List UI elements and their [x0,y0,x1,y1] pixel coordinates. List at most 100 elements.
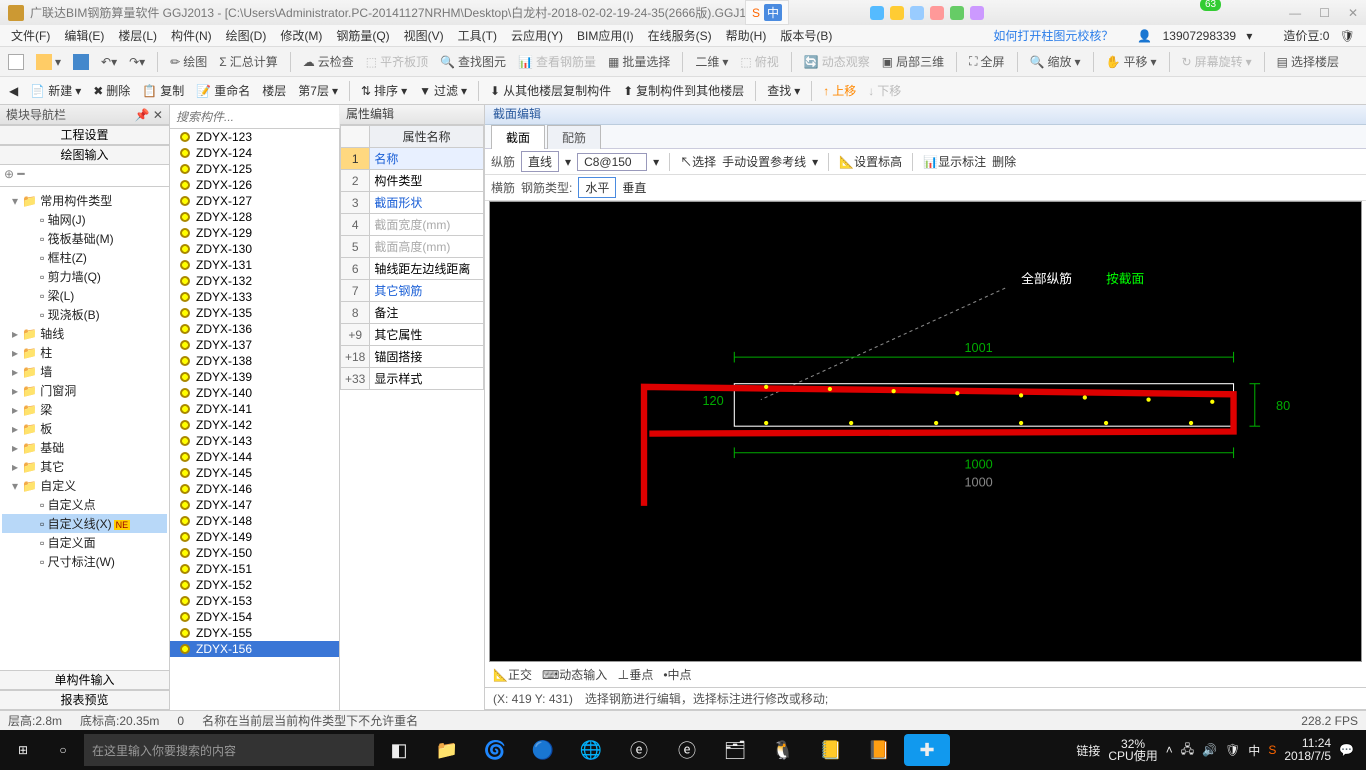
property-table[interactable]: 属性名称1名称2构件类型3截面形状4截面宽度(mm)5截面高度(mm)6轴线距左… [340,125,484,710]
tray-up-icon[interactable]: ˄ [1166,743,1173,757]
close-button[interactable]: ✕ [1348,6,1358,20]
sort-button[interactable]: ⇅排序▾ [356,82,412,99]
copy-button[interactable]: 📋复制 [137,82,189,99]
select-floor-button[interactable]: ▤选择楼层 [1273,53,1343,70]
local-3d-button[interactable]: ▣局部三维 [878,53,948,70]
filter-button[interactable]: ▼过滤▾ [414,82,472,99]
pin-icon[interactable]: 📌 ✕ [135,108,163,122]
nav-section-project[interactable]: 工程设置 [0,125,169,145]
menu-edit[interactable]: 编辑(E) [57,27,111,44]
move-up-button[interactable]: ↑上移 [818,82,861,99]
taskbar-search[interactable]: 在这里输入你要搜索的内容 [84,734,374,766]
list-item[interactable]: ZDYX-130 [170,241,339,257]
section-canvas[interactable]: 全部纵筋 按截面 1001 80 1000 1000 120 [489,201,1362,662]
explorer-icon[interactable]: 🗂 [712,734,758,766]
list-item[interactable]: ZDYX-156 [170,641,339,657]
tray-safe-icon[interactable]: 🛡 [1225,743,1240,757]
app-icon-3[interactable]: 📙 [856,734,902,766]
tray-sogou-icon[interactable]: S [1268,743,1276,757]
cloud-check-button[interactable]: ☁云检查 [299,53,358,70]
menu-tools[interactable]: 工具(T) [451,27,504,44]
list-item[interactable]: ZDYX-126 [170,177,339,193]
browser-icon[interactable]: 🌐 [568,734,614,766]
collapse-button[interactable]: ◀ [4,84,23,98]
link-label[interactable]: 链接 [1076,742,1100,759]
list-item[interactable]: ZDYX-152 [170,577,339,593]
pan-button[interactable]: ✋平移▾ [1102,53,1161,70]
fullscreen-button[interactable]: ⛶全屏 [965,53,1008,70]
help-link[interactable]: 如何打开柱图元校核？ [986,27,1120,44]
copy-from-floor-button[interactable]: ⬇从其他楼层复制构件 [485,82,616,99]
user-phone[interactable]: 👤 13907298339 ▾ [1130,29,1259,43]
tray-ime-icon[interactable]: 中 [1248,742,1260,759]
nav-icon-row[interactable]: ⊕ ━ [0,165,169,187]
open-button[interactable]: ▾ [32,54,65,70]
rotate-button[interactable]: ↻屏幕旋转▾ [1178,53,1256,70]
list-item[interactable]: ZDYX-137 [170,337,339,353]
list-item[interactable]: ZDYX-155 [170,625,339,641]
view-steel-button[interactable]: 📊查看钢筋量 [514,53,600,70]
list-item[interactable]: ZDYX-139 [170,369,339,385]
menu-file[interactable]: 文件(F) [4,27,57,44]
notification-badge[interactable]: 63 [1200,0,1221,11]
horizontal-button[interactable]: 水平 [578,177,616,198]
nav-section-draw[interactable]: 绘图输入 [0,145,169,165]
flat-roof-button[interactable]: ⬚平齐板顶 [362,53,432,70]
list-item[interactable]: ZDYX-129 [170,225,339,241]
list-item[interactable]: ZDYX-135 [170,305,339,321]
cpu-meter[interactable]: 32%CPU使用 [1108,738,1157,762]
start-button[interactable]: ⊞ [4,734,42,766]
menu-help[interactable]: 帮助(H) [719,27,774,44]
rebar-value-input[interactable]: C8@150 [577,153,647,171]
manual-ref-button[interactable]: 手动设置参考线 [722,153,806,170]
list-item[interactable]: ZDYX-138 [170,353,339,369]
cortana-icon[interactable]: ○ [44,734,82,766]
app-icon-1[interactable]: 🌀 [472,734,518,766]
perp-snap-button[interactable]: ⊥垂点 [617,666,653,683]
maximize-button[interactable]: ☐ [1319,6,1330,20]
list-item[interactable]: ZDYX-146 [170,481,339,497]
mid-snap-button[interactable]: •中点 [663,666,691,683]
dyn-input-button[interactable]: ⌨动态输入 [542,666,607,683]
list-item[interactable]: ZDYX-153 [170,593,339,609]
floor-select[interactable]: 第7层▾ [293,82,343,99]
menu-draw[interactable]: 绘图(D) [219,27,274,44]
list-item[interactable]: ZDYX-133 [170,289,339,305]
move-down-button[interactable]: ↓下移 [863,82,906,99]
nav-section-report[interactable]: 报表预览 [0,690,169,710]
delete-button[interactable]: ✖删除 [88,82,135,99]
batch-select-button[interactable]: ▦批量选择 [604,53,674,70]
redo-button[interactable]: ↷▾ [125,55,149,69]
2d-select[interactable]: 二维▾ [691,53,732,70]
draw-button[interactable]: ✏绘图 [166,53,211,70]
ortho-button[interactable]: 📐正交 [493,666,532,683]
menu-component[interactable]: 构件(N) [164,27,219,44]
dyn-view-button[interactable]: 🔄动态观察 [800,53,874,70]
list-item[interactable]: ZDYX-141 [170,401,339,417]
sum-button[interactable]: Σ 汇总计算 [215,53,281,70]
list-item[interactable]: ZDYX-132 [170,273,339,289]
tab-rebar[interactable]: 配筋 [547,125,601,149]
app-icon-2[interactable]: 📒 [808,734,854,766]
find-tu-button[interactable]: 🔍查找图元 [436,53,510,70]
menu-bim[interactable]: BIM应用(I) [570,27,641,44]
list-item[interactable]: ZDYX-142 [170,417,339,433]
menu-cloud[interactable]: 云应用(Y) [504,27,570,44]
show-label-button[interactable]: 📊显示标注 [923,153,986,170]
nav-section-single[interactable]: 单构件输入 [0,670,169,690]
list-item[interactable]: ZDYX-124 [170,145,339,161]
delete-rebar-button[interactable]: 删除 [992,153,1016,170]
save-button[interactable] [69,54,93,70]
select-button[interactable]: ↖选择 [680,153,716,170]
list-item[interactable]: ZDYX-131 [170,257,339,273]
copy-to-floor-button[interactable]: ⬆复制构件到其他楼层 [618,82,749,99]
ime-toolbar[interactable]: S中 [745,0,789,25]
menu-steel[interactable]: 钢筋量(Q) [329,27,396,44]
folder-icon[interactable]: 📁 [424,734,470,766]
menu-view[interactable]: 视图(V) [397,27,451,44]
search-input[interactable] [170,105,339,128]
undo-button[interactable]: ↶▾ [97,55,121,69]
menu-floor[interactable]: 楼层(L) [111,27,164,44]
zoom-button[interactable]: 🔍缩放▾ [1026,53,1085,70]
set-elev-button[interactable]: 📐设置标高 [839,153,902,170]
